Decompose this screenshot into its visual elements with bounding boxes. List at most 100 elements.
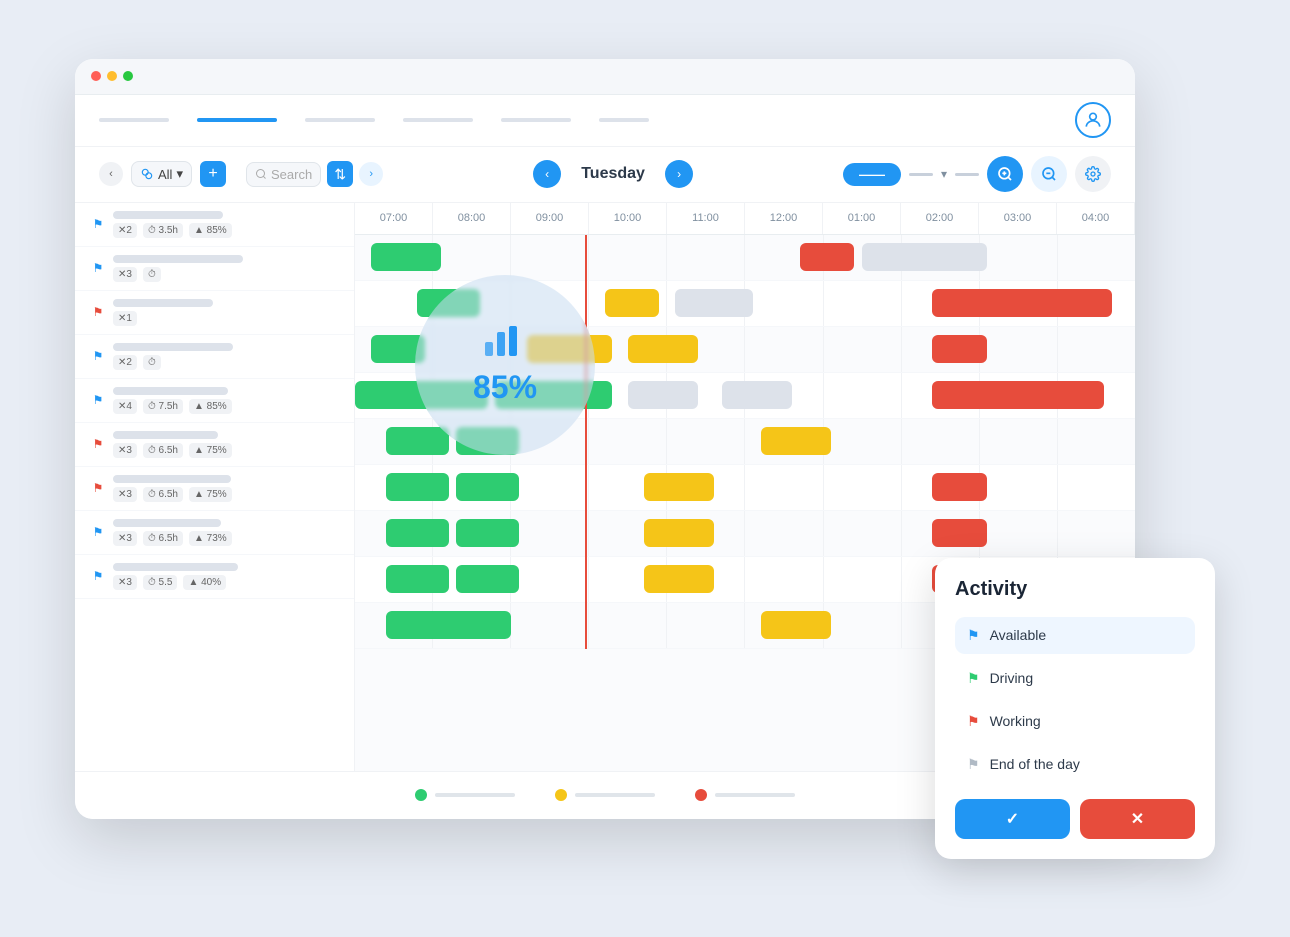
timeline-header: 07:00 08:00 09:00 10:00 11:00 12:00 01:0… — [355, 203, 1135, 235]
row-info-2: ✕3 ⏱ — [113, 255, 338, 282]
bar-r2-3 — [675, 289, 753, 317]
stat-21: ✕3 — [113, 575, 137, 590]
legend-dot-red — [695, 789, 707, 801]
bar-r9-1 — [386, 611, 511, 639]
sidebar-row-2: ⚑ ✕3 ⏱ — [75, 247, 354, 291]
stat-6: ✕1 — [113, 311, 137, 326]
row-stats-4: ✕2 ⏱ — [113, 355, 338, 370]
activity-label-driving: Driving — [990, 670, 1034, 686]
toolbar-left: ‹ All ▾ + — [99, 161, 226, 187]
timeline-row-6 — [355, 465, 1135, 511]
flag-icon-5: ⚑ — [91, 393, 105, 407]
search-box[interactable]: Search — [246, 162, 321, 187]
legend-red — [695, 789, 795, 801]
nav-tab-3[interactable] — [305, 118, 375, 122]
prev-day-button[interactable]: ‹ — [533, 160, 561, 188]
zoom-in-button[interactable] — [987, 156, 1023, 192]
row-name-bar-7 — [113, 475, 231, 483]
nav-tab-5[interactable] — [501, 118, 571, 122]
window-chrome — [75, 59, 1135, 95]
stat-23: ▲ 40% — [183, 575, 226, 590]
bar-r7-2 — [456, 519, 518, 547]
time-label-12: 12:00 — [745, 203, 823, 234]
confirm-button[interactable]: ✓ — [955, 799, 1070, 839]
flag-icon-9: ⚑ — [91, 569, 105, 583]
window-dots — [91, 71, 133, 81]
flag-icon-7: ⚑ — [91, 481, 105, 495]
zoom-out-button[interactable] — [1031, 156, 1067, 192]
bar-r2-2 — [605, 289, 660, 317]
chevron-down-icon: ▾ — [941, 167, 947, 181]
dot-red — [91, 71, 101, 81]
sidebar-back-button[interactable]: ‹ — [99, 162, 123, 186]
toolbar-right: —— ▾ — [843, 156, 1111, 192]
search-area: Search ⇅ › — [246, 161, 383, 187]
day-label: Tuesday — [573, 165, 653, 183]
cancel-icon: ✕ — [1131, 811, 1144, 828]
next-day-button[interactable]: › — [665, 160, 693, 188]
nav-tab-6[interactable] — [599, 118, 649, 122]
activity-row-working[interactable]: ⚑ Working — [955, 703, 1195, 740]
bar-r3-4 — [932, 335, 987, 363]
row-stats-3: ✕1 — [113, 311, 338, 326]
legend-bar-red — [715, 793, 795, 797]
activity-label-end-of-day: End of the day — [990, 756, 1080, 772]
add-button[interactable]: + — [200, 161, 226, 187]
activity-label-working: Working — [990, 713, 1041, 729]
row-name-bar-5 — [113, 387, 228, 395]
filter-select[interactable]: All ▾ — [131, 161, 192, 187]
stat-4: ✕3 — [113, 267, 137, 282]
flag-available: ⚑ — [967, 627, 980, 644]
row-name-bar-6 — [113, 431, 218, 439]
sidebar-row-5: ⚑ ✕4 ⏱ 7.5h ▲ 85% — [75, 379, 354, 423]
activity-row-end-of-day[interactable]: ⚑ End of the day — [955, 746, 1195, 783]
time-label-9: 09:00 — [511, 203, 589, 234]
bar-r2-4 — [932, 289, 1111, 317]
stat-11: ▲ 85% — [189, 399, 232, 414]
time-label-7: 07:00 — [355, 203, 433, 234]
stat-13: ⏱ 6.5h — [143, 443, 183, 458]
time-label-11: 11:00 — [667, 203, 745, 234]
legend-dot-green — [415, 789, 427, 801]
nav-tab-1[interactable] — [99, 118, 169, 122]
stat-15: ✕3 — [113, 487, 137, 502]
settings-button[interactable] — [1075, 156, 1111, 192]
sidebar: ⚑ ✕2 ⏱ 3.5h ▲ 85% ⚑ — [75, 203, 355, 771]
zoom-pill[interactable]: —— — [843, 163, 901, 186]
flag-icon-8: ⚑ — [91, 525, 105, 539]
stat-19: ⏱ 6.5h — [143, 531, 183, 546]
cancel-button[interactable]: ✕ — [1080, 799, 1195, 839]
search-placeholder: Search — [271, 167, 312, 182]
next-page-button[interactable]: › — [359, 162, 383, 186]
nav-avatar[interactable] — [1075, 102, 1111, 138]
sidebar-row-9: ⚑ ✕3 ⏱ 5.5 ▲ 40% — [75, 555, 354, 599]
sidebar-row-3: ⚑ ✕1 — [75, 291, 354, 335]
bar-r7-1 — [386, 519, 448, 547]
row-name-bar-8 — [113, 519, 221, 527]
row-name-bar-3 — [113, 299, 213, 307]
row-name-bar-9 — [113, 563, 238, 571]
bar-r1-1 — [371, 243, 441, 271]
bar-r4-3 — [628, 381, 698, 409]
dot-green — [123, 71, 133, 81]
row-stats-2: ✕3 ⏱ — [113, 267, 338, 282]
sidebar-row-8: ⚑ ✕3 ⏱ 6.5h ▲ 73% — [75, 511, 354, 555]
stat-5: ⏱ — [143, 267, 161, 282]
legend-bar-yellow — [575, 793, 655, 797]
nav-tab-4[interactable] — [403, 118, 473, 122]
time-label-10: 10:00 — [589, 203, 667, 234]
sort-button[interactable]: ⇅ — [327, 161, 353, 187]
nav-tab-2-active[interactable] — [197, 118, 277, 122]
flag-icon-1: ⚑ — [91, 217, 105, 231]
row-stats-7: ✕3 ⏱ 6.5h ▲ 75% — [113, 487, 338, 502]
activity-row-driving[interactable]: ⚑ Driving — [955, 660, 1195, 697]
legend-yellow — [555, 789, 655, 801]
timeline-row-1 — [355, 235, 1135, 281]
bar-r6-2 — [456, 473, 518, 501]
legend-green — [415, 789, 515, 801]
activity-row-available[interactable]: ⚑ Available — [955, 617, 1195, 654]
time-label-8: 08:00 — [433, 203, 511, 234]
stat-1: ✕2 — [113, 223, 137, 238]
bar-r5-1 — [386, 427, 448, 455]
dot-yellow — [107, 71, 117, 81]
